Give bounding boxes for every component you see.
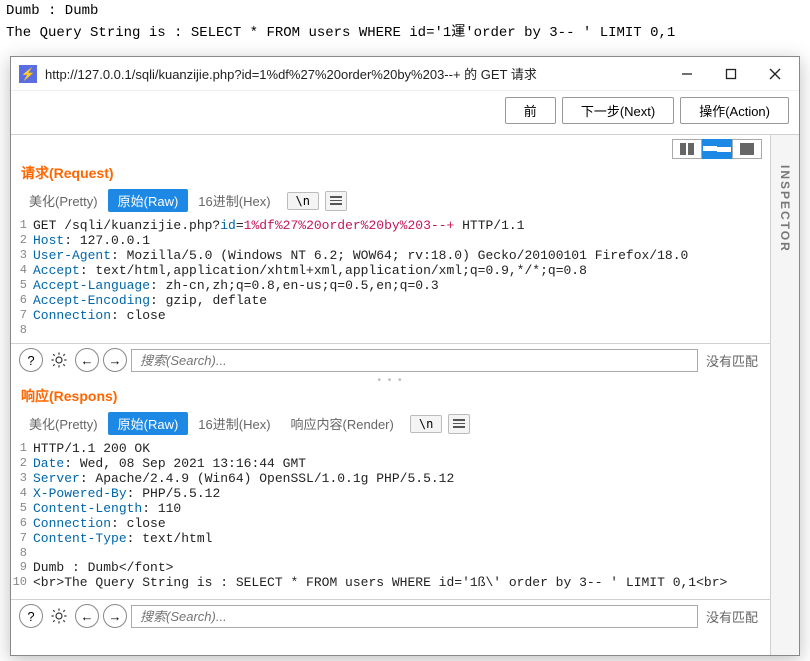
window-title: http://127.0.0.1/sqli/kuanzijie.php?id=1… [45, 64, 665, 83]
tab-pretty[interactable]: 美化(Pretty) [19, 412, 108, 435]
search-input[interactable] [131, 349, 698, 372]
prev-button[interactable]: 前 [505, 97, 556, 124]
inspector-label: INSPECTOR [778, 165, 792, 253]
next-button[interactable]: 下一步(Next) [562, 97, 674, 124]
newline-toggle[interactable]: \n [287, 192, 319, 210]
search-prev-icon[interactable]: ← [75, 348, 99, 372]
page-output-line1: Dumb : Dumb [0, 0, 810, 22]
search-prev-icon[interactable]: ← [75, 604, 99, 628]
response-title: 响应(Respons) [11, 384, 770, 412]
flash-icon: ⚡ [19, 65, 37, 83]
search-next-icon[interactable]: → [103, 348, 127, 372]
layout-horizontal-icon[interactable] [672, 139, 702, 159]
action-button[interactable]: 操作(Action) [680, 97, 789, 124]
gear-icon[interactable] [47, 604, 71, 628]
gear-icon[interactable] [47, 348, 71, 372]
request-tabs: 美化(Pretty) 原始(Raw) 16进制(Hex) \n [11, 189, 770, 216]
request-body[interactable]: 1GET /sqli/kuanzijie.php?id=1%df%27%20or… [11, 216, 770, 343]
help-icon[interactable]: ? [19, 604, 43, 628]
page-output-line2: The Query String is : SELECT * FROM user… [0, 22, 810, 44]
tab-raw[interactable]: 原始(Raw) [108, 412, 189, 435]
response-body[interactable]: 1HTTP/1.1 200 OK2Date: Wed, 08 Sep 2021 … [11, 439, 770, 599]
layout-vertical-icon[interactable] [702, 139, 732, 159]
no-match-label: 没有匹配 [702, 607, 762, 626]
layout-toggle [11, 135, 770, 161]
tab-raw[interactable]: 原始(Raw) [108, 189, 189, 212]
options-icon[interactable] [448, 414, 470, 434]
no-match-label: 没有匹配 [702, 351, 762, 370]
request-title: 请求(Request) [11, 161, 770, 189]
inspector-panel[interactable]: INSPECTOR [771, 135, 799, 655]
tab-hex[interactable]: 16进制(Hex) [188, 189, 280, 212]
close-button[interactable] [753, 59, 797, 89]
titlebar: ⚡ http://127.0.0.1/sqli/kuanzijie.php?id… [11, 57, 799, 91]
tab-render[interactable]: 响应内容(Render) [281, 412, 404, 435]
tab-pretty[interactable]: 美化(Pretty) [19, 189, 108, 212]
pane-splitter[interactable]: • • • [11, 376, 770, 384]
minimize-button[interactable] [665, 59, 709, 89]
tab-hex[interactable]: 16进制(Hex) [188, 412, 280, 435]
action-bar: 前 下一步(Next) 操作(Action) [11, 91, 799, 135]
search-next-icon[interactable]: → [103, 604, 127, 628]
http-message-window: ⚡ http://127.0.0.1/sqli/kuanzijie.php?id… [10, 56, 800, 656]
response-tabs: 美化(Pretty) 原始(Raw) 16进制(Hex) 响应内容(Render… [11, 412, 770, 439]
layout-single-icon[interactable] [732, 139, 762, 159]
newline-toggle[interactable]: \n [410, 415, 442, 433]
options-icon[interactable] [325, 191, 347, 211]
maximize-button[interactable] [709, 59, 753, 89]
search-input[interactable] [131, 605, 698, 628]
help-icon[interactable]: ? [19, 348, 43, 372]
